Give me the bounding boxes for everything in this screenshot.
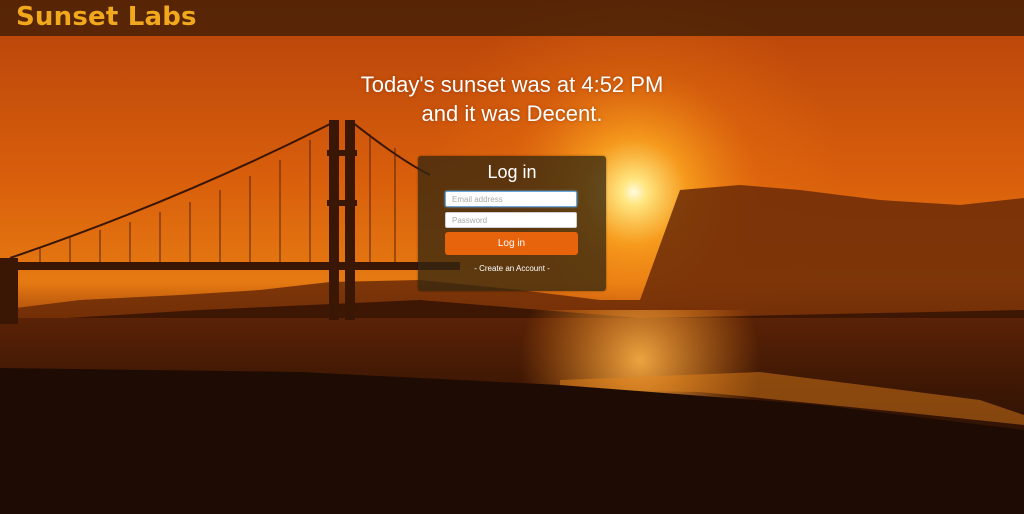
sunset-rating-line: and it was Decent. bbox=[421, 101, 603, 126]
sunset-time-line: Today's sunset was at 4:52 PM bbox=[360, 72, 664, 97]
login-panel: Log in Log in - Create an Account - bbox=[418, 156, 606, 291]
top-header-bar: Sunset Labs bbox=[0, 0, 1024, 36]
sunset-headline: Today's sunset was at 4:52 PM and it was… bbox=[0, 70, 1024, 128]
login-title: Log in bbox=[487, 162, 537, 182]
password-field[interactable] bbox=[445, 212, 577, 228]
brand-logo-text[interactable]: Sunset Labs bbox=[16, 0, 197, 36]
login-button[interactable]: Log in bbox=[445, 232, 578, 255]
create-account-link[interactable]: - Create an Account - bbox=[418, 264, 606, 273]
email-field[interactable] bbox=[445, 191, 577, 207]
